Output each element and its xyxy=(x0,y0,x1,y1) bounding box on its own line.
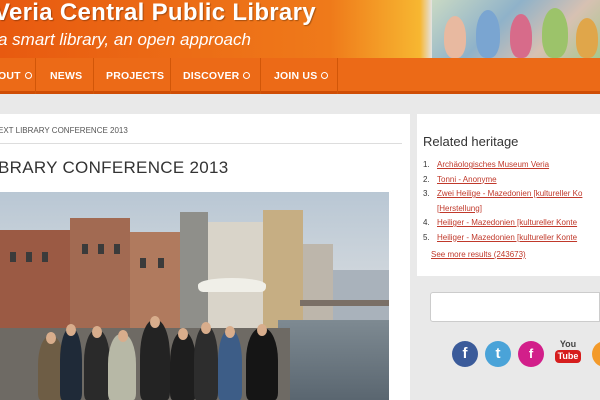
youtube-icon-bottom: Tube xyxy=(555,350,581,363)
youtube-icon-top: You xyxy=(559,339,577,349)
site-title[interactable]: Veria Central Public Library xyxy=(0,0,316,27)
photo-person xyxy=(140,320,170,400)
photo-head xyxy=(201,322,211,334)
photo-person xyxy=(218,330,242,400)
nav-item-label: PROJECTS xyxy=(106,70,165,82)
nav-item-label: NEWS xyxy=(50,70,83,82)
submenu-icon xyxy=(321,71,329,79)
photo-head xyxy=(225,326,235,338)
header-photo-figure xyxy=(476,10,500,58)
site-header: Veria Central Public Library a smart lib… xyxy=(0,0,600,58)
photo-person xyxy=(246,328,278,400)
list-item[interactable]: 2. Tonni - Anonyme xyxy=(423,173,600,188)
photo-building xyxy=(208,222,263,330)
photo-bridge xyxy=(300,300,389,306)
photo-window xyxy=(42,252,48,262)
nav-divider xyxy=(260,58,261,94)
nav-item-news[interactable]: NEWS xyxy=(50,58,82,94)
submenu-icon xyxy=(24,71,32,79)
photo-head xyxy=(92,326,102,338)
photo-building xyxy=(303,244,333,330)
list-number: 4. xyxy=(423,218,430,227)
photo-head xyxy=(257,324,267,336)
list-number: 1. xyxy=(423,160,430,169)
nav-item-join-us[interactable]: JOIN US xyxy=(274,58,329,94)
nav-item-label: DISCOVER xyxy=(183,70,240,82)
list-item[interactable]: 3. Zwei Heilige - Mazedonien [kultureller… xyxy=(423,187,600,202)
list-number: 3. xyxy=(423,189,430,198)
nav-item-label: JOIN US xyxy=(274,70,318,82)
photo-head xyxy=(46,332,56,344)
rss-icon[interactable]: ◉ xyxy=(592,341,600,367)
list-item[interactable]: 4. Heiliger - Mazedonien [kultureller Kon… xyxy=(423,216,600,231)
list-item-link[interactable]: Heiliger - Mazedonien [kultureller Konte xyxy=(437,233,577,242)
submenu-icon xyxy=(243,71,251,79)
photo-person xyxy=(60,328,82,400)
breadcrumb[interactable]: EXT LIBRARY CONFERENCE 2013 xyxy=(0,126,128,135)
photo-person xyxy=(84,330,110,400)
list-item[interactable]: 1. Archäologisches Museum Veria xyxy=(423,158,600,173)
photo-head xyxy=(118,330,128,342)
nav-item-about[interactable]: OUT xyxy=(0,58,32,94)
flickr-icon[interactable]: f xyxy=(518,341,544,367)
list-item-link[interactable]: [Herstellung] xyxy=(437,204,482,213)
photo-window xyxy=(82,244,88,254)
list-item-link[interactable]: Tonni - Anonyme xyxy=(437,175,497,184)
header-photo-figure xyxy=(510,14,532,58)
photo-umbrella xyxy=(198,278,266,292)
facebook-icon[interactable]: f xyxy=(452,341,478,367)
photo-window xyxy=(98,244,104,254)
site-tagline: a smart library, an open approach xyxy=(0,30,251,49)
nav-divider xyxy=(337,58,338,94)
photo-head xyxy=(150,316,160,328)
nav-item-projects[interactable]: PROJECTS xyxy=(106,58,164,94)
see-more-link[interactable]: See more results (243673) xyxy=(431,250,526,259)
photo-window xyxy=(26,252,32,262)
twitter-icon[interactable]: t xyxy=(485,341,511,367)
photo-person xyxy=(108,334,136,400)
youtube-icon[interactable]: You Tube xyxy=(555,340,581,368)
list-item-link[interactable]: Zwei Heilige - Mazedonien [kultureller K… xyxy=(437,189,582,198)
related-heritage-list: 1. Archäologisches Museum Veria 2. Tonni -… xyxy=(423,158,600,245)
photo-building xyxy=(0,230,70,330)
list-number: 2. xyxy=(423,174,430,184)
photo-window xyxy=(10,252,16,262)
nav-divider xyxy=(35,58,36,94)
photo-building xyxy=(70,218,130,330)
nav-item-discover[interactable]: DISCOVER xyxy=(183,58,251,94)
photo-window xyxy=(158,258,164,268)
search-input[interactable] xyxy=(430,292,600,322)
page-title: BRARY CONFERENCE 2013 xyxy=(0,158,229,177)
photo-window xyxy=(140,258,146,268)
photo-window xyxy=(114,244,120,254)
header-photo-figure xyxy=(542,8,568,58)
photo-canal xyxy=(278,320,389,400)
list-number: 5. xyxy=(423,232,430,242)
header-photo-figure xyxy=(576,18,598,58)
photo-building xyxy=(180,212,208,330)
list-item-link[interactable]: Archäologisches Museum Veria xyxy=(437,160,549,169)
photo-head xyxy=(66,324,76,336)
related-heritage-title: Related heritage xyxy=(423,134,519,149)
nav-item-label: OUT xyxy=(0,70,21,82)
main-content: EXT LIBRARY CONFERENCE 2013 BRARY CONFER… xyxy=(0,114,410,400)
header-photo-figure xyxy=(444,16,466,58)
list-item[interactable]: 5. Heiliger - Mazedonien [kultureller Kon… xyxy=(423,231,600,246)
breadcrumb-divider xyxy=(0,143,402,144)
list-item-link[interactable]: Heiliger - Mazedonien [kultureller Konte xyxy=(437,218,577,227)
conference-photo xyxy=(0,192,389,400)
list-item[interactable]: [Herstellung] xyxy=(423,202,600,217)
photo-person xyxy=(170,332,196,400)
photo-head xyxy=(178,328,188,340)
main-nav: OUT NEWS PROJECTS DISCOVER JOIN US xyxy=(0,58,600,94)
nav-divider xyxy=(170,58,171,94)
sidebar: Related heritage 1. Archäologisches Museu… xyxy=(410,114,600,400)
photo-person xyxy=(194,326,218,400)
photo-building xyxy=(263,210,303,330)
header-photo xyxy=(432,0,600,58)
nav-divider xyxy=(93,58,94,94)
